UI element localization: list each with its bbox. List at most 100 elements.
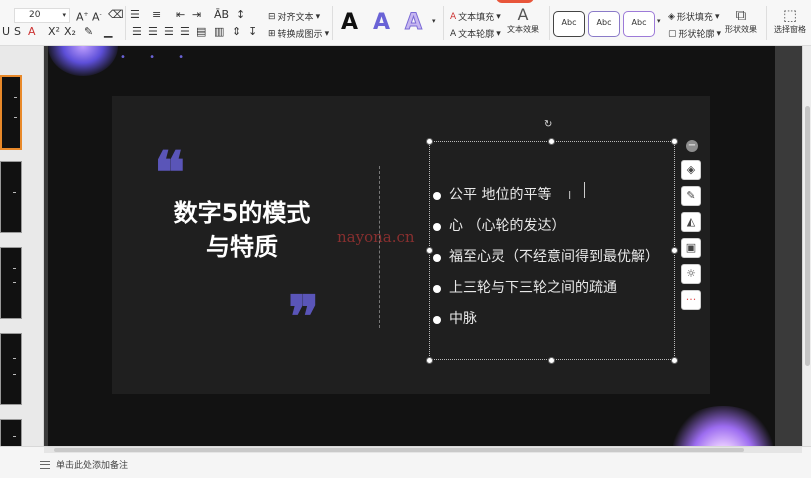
decrease-font-icon[interactable]: A- <box>92 8 102 25</box>
shape-effects-button[interactable]: ⧉ 形状效果 <box>720 6 762 35</box>
editing-canvas[interactable]: • • • ❝ ❞ 数字5的模式 与特质 ↻ 公平 地位的平等 心 （心轮的发达… <box>44 46 802 446</box>
resize-handle[interactable] <box>426 138 433 145</box>
text-style-outline[interactable]: A <box>404 10 422 36</box>
slide-thumbnail[interactable] <box>0 247 22 319</box>
toolbar-divider <box>332 6 333 40</box>
vertical-scrollbar[interactable] <box>802 46 811 446</box>
chevron-down-icon: ▾ <box>315 11 321 22</box>
font-color-icon[interactable]: A <box>28 25 36 39</box>
resize-handle[interactable] <box>548 138 555 145</box>
text-caret <box>584 182 585 198</box>
ibeam-cursor-icon: I <box>568 189 572 202</box>
text-fill-button[interactable]: A 文本填充 ▾ <box>450 10 501 24</box>
list-item[interactable]: 福至心灵（不经意间得到最优解） <box>433 242 659 273</box>
pen-icon[interactable]: ✎ <box>681 186 701 206</box>
bullet-list-icon[interactable]: ☰ <box>130 8 140 22</box>
select-pane-button[interactable]: ⬚ 选择窗格 <box>770 6 810 35</box>
text-fill-label: 文本填充 <box>458 13 495 23</box>
vertical-divider <box>379 166 380 328</box>
title-line-2: 与特质 <box>206 233 278 261</box>
more-icon[interactable]: ··· <box>681 290 701 310</box>
notes-placeholder[interactable]: 单击此处添加备注 <box>40 458 128 471</box>
slide-thumbnail-panel <box>0 46 44 449</box>
subscript-icon[interactable]: X₂ <box>64 25 76 39</box>
text-direction-icon[interactable]: ↧ <box>248 25 257 39</box>
resize-handle[interactable] <box>426 247 433 254</box>
fill-icon[interactable]: ◭ <box>681 212 701 232</box>
rotate-handle-icon[interactable]: ↻ <box>544 120 554 130</box>
shape-fill-button[interactable]: ◈ 形状填充 ▾ <box>668 10 719 24</box>
superscript-icon[interactable]: X² <box>48 25 60 39</box>
align-right-icon[interactable]: ☰ <box>164 25 174 39</box>
shape-style-2[interactable]: Abc <box>588 11 620 37</box>
line-spacing-icon[interactable]: ↕ <box>236 8 245 22</box>
distribute-icon[interactable]: ▤ <box>196 25 206 39</box>
slide-thumbnail[interactable] <box>0 419 22 449</box>
slide-thumbnail[interactable] <box>0 75 22 150</box>
decrease-indent-icon[interactable]: ⇤ <box>176 8 185 22</box>
underline-icon[interactable]: U <box>2 25 10 39</box>
slide-thumbnail[interactable] <box>0 333 22 405</box>
decorative-glow <box>673 406 773 446</box>
crop-icon[interactable]: ▣ <box>681 238 701 258</box>
align-text-button[interactable]: ⊟ 对齐文本 ▾ <box>268 10 321 24</box>
close-quote-icon: ❞ <box>288 283 320 351</box>
emphasis-icon[interactable]: ✎ <box>84 25 93 39</box>
toolbar-divider <box>766 6 767 40</box>
list-item[interactable]: 中脉 <box>433 304 659 335</box>
notes-placeholder-label: 单击此处添加备注 <box>56 461 129 471</box>
list-item[interactable]: 上三轮与下三轮之间的疏通 <box>433 273 659 304</box>
resize-handle[interactable] <box>426 357 433 364</box>
slide[interactable]: • • • ❝ ❞ 数字5的模式 与特质 ↻ 公平 地位的平等 心 （心轮的发达… <box>48 46 775 446</box>
toolbar-divider <box>125 6 126 40</box>
increase-indent-icon[interactable]: ⇥ <box>192 8 201 22</box>
thumbnail-text-line <box>14 97 17 98</box>
slide-title[interactable]: 数字5的模式 与特质 <box>152 196 332 264</box>
text-style-purple[interactable]: A <box>373 10 390 36</box>
list-item[interactable]: 公平 地位的平等 <box>433 180 659 211</box>
shape-outline-button[interactable]: ▢ 形状轮廓 ▾ <box>668 27 721 41</box>
watermark: nayona.cn <box>337 228 415 246</box>
chevron-down-icon: ▾ <box>496 28 501 39</box>
slide-thumbnail[interactable] <box>0 161 22 233</box>
chevron-down-icon[interactable]: ▾ <box>432 17 436 25</box>
resize-handle[interactable] <box>671 138 678 145</box>
bulb-icon[interactable]: ☼ <box>681 264 701 284</box>
chevron-down-icon[interactable]: ▾ <box>657 17 661 25</box>
scrollbar-thumb[interactable] <box>805 106 810 366</box>
convert-smartart-button[interactable]: ⊞ 转换成图示 ▾ <box>268 27 330 41</box>
text-style-black[interactable]: A <box>341 10 358 36</box>
strikethrough-icon[interactable]: S <box>14 25 21 39</box>
columns-icon[interactable]: ▥ <box>214 25 224 39</box>
shape-style-1[interactable]: Abc <box>553 11 585 37</box>
notes-bar: 单击此处添加备注 <box>0 446 811 478</box>
toolbar-divider <box>443 6 444 40</box>
chevron-down-icon: ▾ <box>496 11 501 22</box>
justify-icon[interactable]: ☰ <box>180 25 190 39</box>
resize-handle[interactable] <box>671 247 678 254</box>
char-spacing-icon[interactable]: ĀB <box>214 8 229 22</box>
shape-style-3[interactable]: Abc <box>623 11 655 37</box>
highlight-icon[interactable]: ▁ <box>104 25 112 39</box>
align-left-icon[interactable]: ☰ <box>132 25 142 39</box>
resize-handle[interactable] <box>548 357 555 364</box>
chevron-down-icon: ▾ <box>324 28 330 39</box>
list-item[interactable]: 心 （心轮的发达） <box>433 211 659 242</box>
text-effects-icon: A <box>517 5 529 24</box>
scrollbar-thumb[interactable] <box>54 448 744 452</box>
text-outline-icon: A <box>450 28 457 39</box>
font-size-select[interactable]: 20 ▾ <box>14 8 70 23</box>
clear-format-icon[interactable]: ⌫ <box>108 8 124 22</box>
layers-icon[interactable]: ◈ <box>681 160 701 180</box>
resize-handle[interactable] <box>671 357 678 364</box>
convert-smartart-label: 转换成图示 <box>277 30 323 40</box>
text-effects-button[interactable]: A 文本效果 <box>506 6 540 35</box>
collapse-icon[interactable]: − <box>686 140 698 152</box>
text-outline-button[interactable]: A 文本轮廓 ▾ <box>450 27 501 41</box>
align-center-icon[interactable]: ☰ <box>148 25 158 39</box>
increase-font-icon[interactable]: A+ <box>76 8 89 25</box>
vertical-align-icon[interactable]: ⇕ <box>232 25 241 39</box>
numbered-list-icon[interactable]: ≡ <box>152 8 161 22</box>
horizontal-scrollbar[interactable] <box>44 447 802 453</box>
bullet-list[interactable]: 公平 地位的平等 心 （心轮的发达） 福至心灵（不经意间得到最优解） 上三轮与下… <box>433 180 659 335</box>
